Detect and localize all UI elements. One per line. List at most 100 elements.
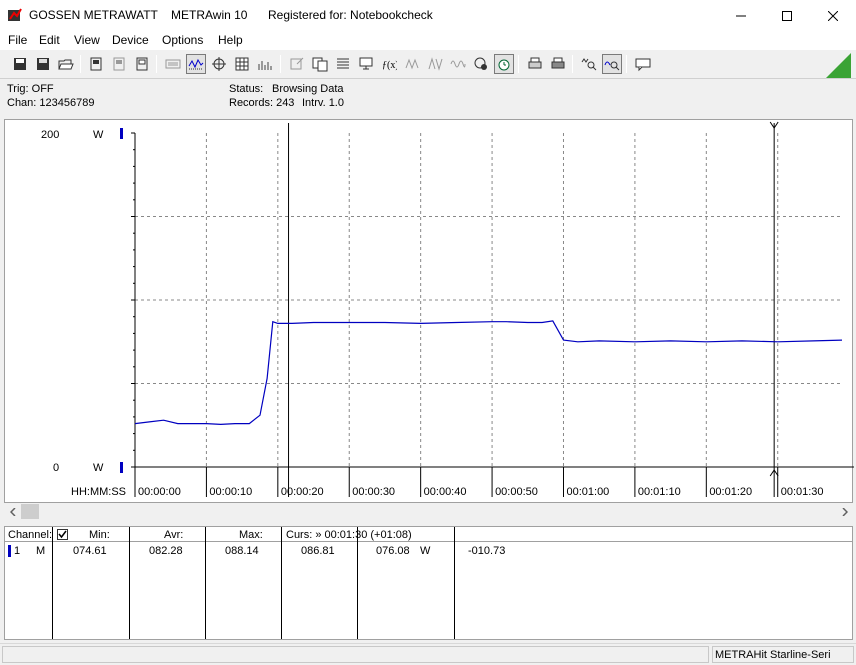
toolbar-separator — [280, 55, 281, 73]
wave-button[interactable] — [448, 54, 468, 74]
power-chart[interactable]: 00:00:00 00:00:10 00:00:20 00:00:30 00:00:40… — [5, 120, 854, 504]
sigma-button[interactable] — [402, 54, 422, 74]
channel-status: Chan: 123456789 — [7, 97, 95, 109]
checkmark-icon — [58, 530, 67, 539]
device-button[interactable] — [86, 54, 106, 74]
x-tick-label: 00:01:10 — [638, 486, 681, 498]
table-button[interactable] — [232, 54, 252, 74]
time-axis-label: HH:MM:SS — [71, 486, 126, 498]
status-bar: METRAHit Starline-Seri — [0, 643, 856, 665]
status-label: Status: — [229, 83, 264, 95]
device-pane: METRAHit Starline-Seri — [712, 646, 854, 663]
maximize-icon — [782, 10, 792, 21]
device-config-button[interactable] — [132, 54, 152, 74]
menu-bar: File Edit View Device Options Help — [0, 31, 856, 50]
printer-icon — [528, 57, 542, 69]
zoom-area-button[interactable] — [602, 54, 622, 74]
copy-icon — [312, 57, 328, 72]
folder-icon — [58, 59, 74, 70]
scroll-thumb[interactable] — [21, 504, 39, 519]
y-unit-top: W — [93, 129, 104, 141]
channel-header: Channel: — [8, 529, 53, 541]
channel-color-marker — [8, 545, 11, 557]
menu-device[interactable]: Device — [112, 33, 149, 47]
computer-icon — [359, 57, 373, 70]
crosshair-button[interactable] — [209, 54, 229, 74]
keyboard-button[interactable] — [163, 54, 183, 74]
min-header: Min: — [89, 529, 110, 541]
menu-edit[interactable]: Edit — [39, 33, 60, 47]
menu-options[interactable]: Options — [162, 33, 203, 47]
resize-grip-icon — [824, 53, 852, 79]
app-icon — [8, 8, 24, 22]
arrow-left-icon — [9, 507, 16, 516]
export-icon — [290, 57, 304, 70]
row-unit: W — [420, 545, 431, 557]
y-max-label: 200 — [41, 129, 59, 141]
channel-checkbox[interactable] — [57, 529, 68, 540]
close-button[interactable] — [810, 0, 856, 31]
trigger-status: Trig: OFF — [7, 83, 54, 95]
pc-button[interactable] — [356, 54, 376, 74]
record-button[interactable] — [471, 54, 491, 74]
x-tick-label: 00:00:50 — [495, 486, 538, 498]
minimize-icon — [736, 15, 746, 16]
device-read-button[interactable] — [109, 54, 129, 74]
toolbar: ƒ(x) — [0, 51, 856, 79]
histogram-button[interactable] — [255, 54, 275, 74]
interval-value: Intrv. 1.0 — [302, 97, 344, 109]
zoom-button[interactable] — [579, 54, 599, 74]
max-header: Max: — [239, 529, 263, 541]
histogram-icon — [258, 61, 272, 70]
printer-icon — [551, 57, 565, 69]
formula-button[interactable]: ƒ(x) — [379, 54, 399, 74]
x-tick-label: 00:01:00 — [566, 486, 609, 498]
y-min-label: 0 — [53, 462, 59, 474]
save-button[interactable] — [10, 54, 30, 74]
avg-header: Avr: — [164, 529, 184, 541]
menu-file[interactable]: File — [8, 33, 27, 47]
toolbar-separator — [156, 55, 157, 73]
x-tick-label: 00:01:30 — [781, 486, 824, 498]
x-tick-label: 00:00:20 — [281, 486, 324, 498]
disk-icon — [14, 58, 26, 70]
channel-marker-bottom — [120, 462, 123, 473]
horizontal-scrollbar[interactable] — [4, 503, 853, 520]
cursor-header: Curs: » 00:01:30 (+01:08) — [286, 529, 412, 541]
zoom-icon — [581, 58, 597, 71]
row-mode: M — [36, 545, 46, 557]
maximize-button[interactable] — [764, 0, 810, 31]
menu-view[interactable]: View — [74, 33, 100, 47]
clock-icon — [498, 59, 510, 71]
comment-button[interactable] — [633, 54, 653, 74]
menu-help[interactable]: Help — [218, 33, 243, 47]
line-chart-button[interactable] — [186, 54, 206, 74]
table-row[interactable]: 1 M 074.61 082.28 088.14 086.81 076.08 W… — [5, 544, 852, 559]
y-unit-bottom: W — [93, 462, 104, 474]
scroll-left-button[interactable] — [4, 503, 21, 520]
toolbar-separator — [626, 55, 627, 73]
disk-icon — [37, 58, 49, 70]
clock-button[interactable] — [494, 54, 514, 74]
trigger-icon — [428, 57, 443, 71]
row-channel-number: 1 — [14, 545, 21, 557]
copy-button[interactable] — [310, 54, 330, 74]
arrow-right-icon — [841, 507, 848, 516]
row-cursor1: 086.81 — [301, 545, 335, 557]
print-preview-button[interactable] — [525, 54, 545, 74]
export-button[interactable] — [287, 54, 307, 74]
app-title: METRAwin 10 — [171, 8, 248, 22]
list-button[interactable] — [333, 54, 353, 74]
save-as-button[interactable] — [33, 54, 53, 74]
records-count: Records: 243 — [229, 97, 295, 109]
scroll-right-button[interactable] — [836, 503, 853, 520]
toolbar-separator — [572, 55, 573, 73]
list-icon — [337, 58, 349, 69]
minimize-button[interactable] — [718, 0, 764, 31]
registered-title: Registered for: Notebookcheck — [268, 8, 433, 22]
record-icon — [474, 57, 487, 70]
open-button[interactable] — [56, 54, 76, 74]
magnifier-icon — [604, 61, 620, 71]
print-button[interactable] — [548, 54, 568, 74]
trigger-button[interactable] — [425, 54, 445, 74]
